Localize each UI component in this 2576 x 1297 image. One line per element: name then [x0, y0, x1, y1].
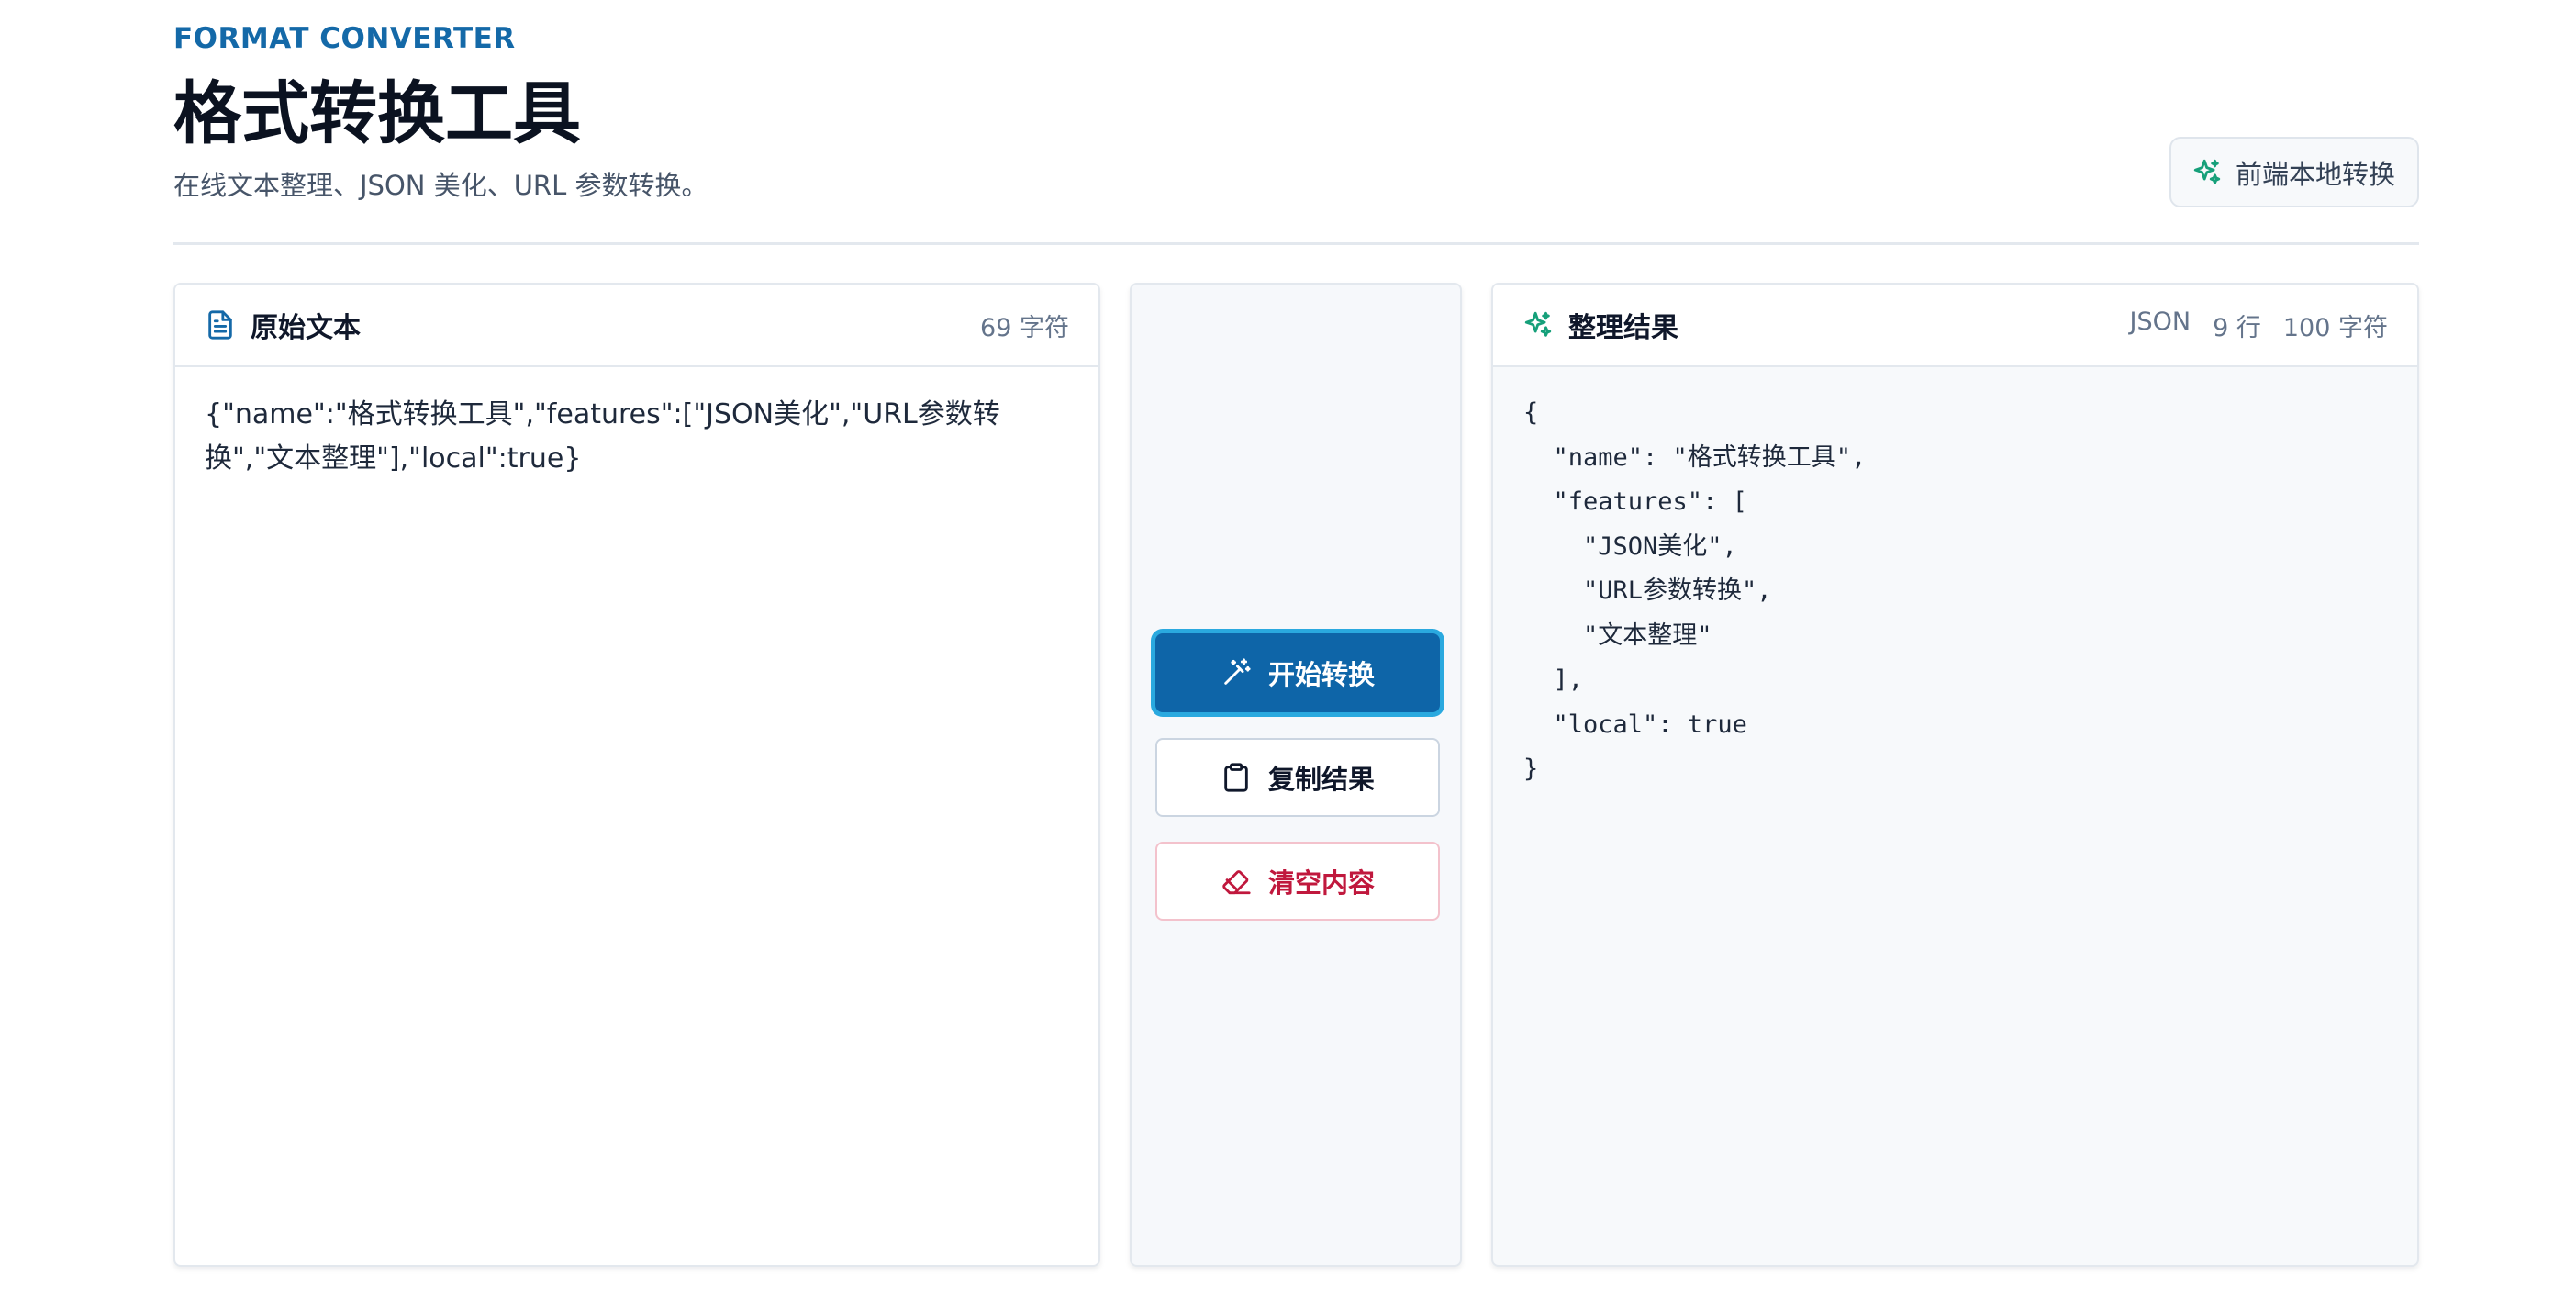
page-kicker: FORMAT CONVERTER [173, 22, 516, 55]
source-char-count: 69 字符 [980, 313, 1069, 342]
page-title: 格式转换工具 [173, 74, 581, 153]
result-format: JSON [2129, 307, 2191, 336]
source-panel: 原始文本 69 字符 {"name":"格式转换工具","features":[… [173, 283, 1100, 1267]
result-meta: JSON 9 行 100 字符 [2130, 307, 2388, 343]
result-panel-header: 整理结果 JSON 9 行 100 字符 [1493, 285, 2417, 367]
result-panel: 整理结果 JSON 9 行 100 字符 { "name": "格式转换工具",… [1491, 283, 2419, 1267]
page-subtitle: 在线文本整理、JSON 美化、URL 参数转换。 [173, 170, 708, 201]
eraser-icon [1221, 866, 1252, 897]
badge-label: 前端本地转换 [2235, 158, 2395, 190]
magic-wand-icon [1221, 657, 1252, 688]
clear-button-label: 清空内容 [1267, 867, 1375, 899]
sparkles-icon [2191, 157, 2223, 188]
document-icon [205, 309, 236, 341]
result-panel-title: 整理结果 [1568, 312, 1678, 344]
format-converter-page: FORMAT CONVERTER 格式转换工具 在线文本整理、JSON 美化、U… [0, 0, 2576, 1297]
source-panel-title: 原始文本 [251, 312, 361, 344]
source-text-input[interactable]: {"name":"格式转换工具","features":["JSON美化","U… [205, 393, 1071, 481]
result-char-count: 100 字符 [2282, 313, 2388, 342]
result-output[interactable]: { "name": "格式转换工具", "features": [ "JSON美… [1523, 391, 1866, 792]
header-divider [173, 242, 2419, 245]
page-header: FORMAT CONVERTER 格式转换工具 在线文本整理、JSON 美化、U… [173, 20, 2419, 246]
convert-button[interactable]: 开始转换 [1155, 633, 1440, 712]
sparkles-icon [1522, 309, 1554, 341]
copy-result-button[interactable]: 复制结果 [1155, 738, 1440, 817]
source-meta: 69 字符 [980, 307, 1069, 343]
clipboard-icon [1221, 762, 1252, 793]
convert-button-label: 开始转换 [1267, 659, 1375, 690]
source-panel-header: 原始文本 69 字符 [175, 285, 1098, 367]
result-line-count: 9 行 [2213, 313, 2261, 342]
copy-button-label: 复制结果 [1267, 764, 1375, 795]
actions-panel: 开始转换 复制结果 清空内容 [1130, 283, 1462, 1267]
clear-content-button[interactable]: 清空内容 [1155, 842, 1440, 921]
local-conversion-badge: 前端本地转换 [2169, 137, 2419, 207]
